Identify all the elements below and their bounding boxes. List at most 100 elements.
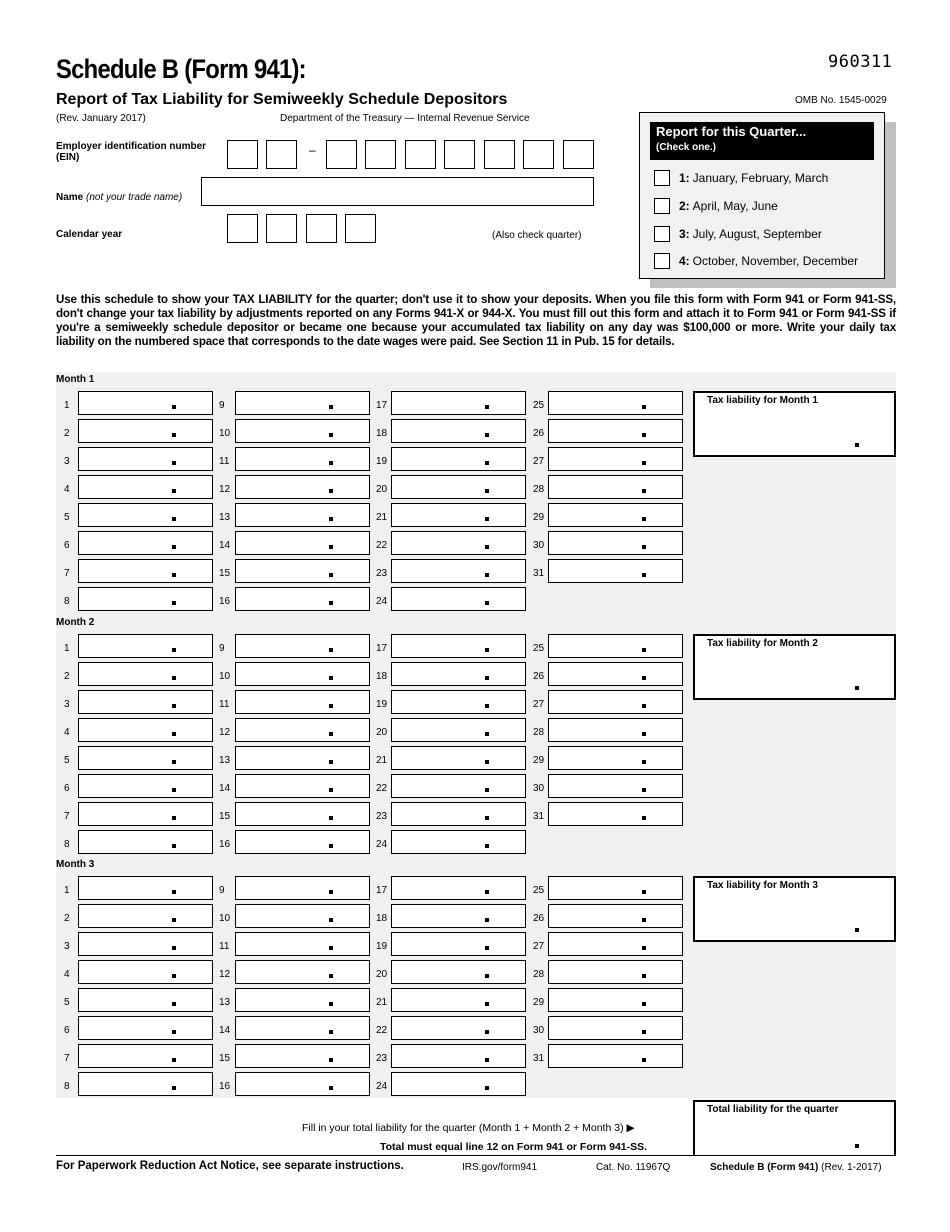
month-2-day-3-input[interactable] [78,690,213,714]
month-2-day-8-input[interactable] [78,830,213,854]
month-2-day-11-input[interactable] [235,690,370,714]
month-3-day-13-input[interactable] [235,988,370,1012]
month-1-day-20-input[interactable] [391,475,526,499]
month-1-day-3-input[interactable] [78,447,213,471]
month-1-day-15-input[interactable] [235,559,370,583]
month-1-day-17-input[interactable] [391,391,526,415]
month-1-day-30-input[interactable] [548,531,683,555]
quarter-total-field[interactable]: Total liability for the quarter [693,1100,896,1156]
quarter-option-2[interactable]: 2: April, May, June [654,198,778,214]
month-1-day-13-input[interactable] [235,503,370,527]
month-3-day-11-input[interactable] [235,932,370,956]
month-3-day-28-input[interactable] [548,960,683,984]
ein-digit-3[interactable] [326,140,357,169]
month-2-day-7-input[interactable] [78,802,213,826]
month-1-day-1-input[interactable] [78,391,213,415]
month-2-day-6-input[interactable] [78,774,213,798]
month-2-day-23-input[interactable] [391,802,526,826]
quarter-option-1[interactable]: 1: January, February, March [654,170,828,186]
month-1-day-11-input[interactable] [235,447,370,471]
month-2-day-12-input[interactable] [235,718,370,742]
month-1-day-7-input[interactable] [78,559,213,583]
month-3-day-31-input[interactable] [548,1044,683,1068]
month-3-day-21-input[interactable] [391,988,526,1012]
month-1-day-8-input[interactable] [78,587,213,611]
month-2-day-4-input[interactable] [78,718,213,742]
month-3-day-30-input[interactable] [548,1016,683,1040]
month-3-day-18-input[interactable] [391,904,526,928]
month-1-day-24-input[interactable] [391,587,526,611]
month-2-day-27-input[interactable] [548,690,683,714]
month-2-total-field[interactable]: Tax liability for Month 2 [693,634,896,700]
month-1-day-9-input[interactable] [235,391,370,415]
month-2-day-30-input[interactable] [548,774,683,798]
month-2-day-9-input[interactable] [235,634,370,658]
quarter-option-3[interactable]: 3: July, August, September [654,226,822,242]
month-2-day-26-input[interactable] [548,662,683,686]
ein-digit-2[interactable] [266,140,297,169]
month-3-day-29-input[interactable] [548,988,683,1012]
month-1-day-22-input[interactable] [391,531,526,555]
month-2-day-25-input[interactable] [548,634,683,658]
month-1-day-12-input[interactable] [235,475,370,499]
ein-digit-8[interactable] [523,140,554,169]
ein-digit-7[interactable] [484,140,515,169]
month-3-day-17-input[interactable] [391,876,526,900]
irs-url[interactable]: IRS.gov/form941 [462,1162,537,1173]
month-3-day-10-input[interactable] [235,904,370,928]
month-3-day-3-input[interactable] [78,932,213,956]
month-2-day-5-input[interactable] [78,746,213,770]
month-1-day-6-input[interactable] [78,531,213,555]
ein-digit-4[interactable] [365,140,396,169]
month-2-day-24-input[interactable] [391,830,526,854]
month-3-day-7-input[interactable] [78,1044,213,1068]
month-3-day-20-input[interactable] [391,960,526,984]
month-3-day-9-input[interactable] [235,876,370,900]
quarter-3-checkbox[interactable] [654,226,670,242]
month-1-day-19-input[interactable] [391,447,526,471]
month-2-day-2-input[interactable] [78,662,213,686]
month-1-day-31-input[interactable] [548,559,683,583]
month-1-day-14-input[interactable] [235,531,370,555]
month-3-total-field[interactable]: Tax liability for Month 3 [693,876,896,942]
month-1-day-25-input[interactable] [548,391,683,415]
quarter-1-checkbox[interactable] [654,170,670,186]
month-2-day-31-input[interactable] [548,802,683,826]
month-1-day-29-input[interactable] [548,503,683,527]
month-3-day-2-input[interactable] [78,904,213,928]
quarter-4-checkbox[interactable] [654,253,670,269]
year-digit-3[interactable] [306,214,337,243]
month-3-day-12-input[interactable] [235,960,370,984]
month-2-day-28-input[interactable] [548,718,683,742]
month-2-day-1-input[interactable] [78,634,213,658]
month-2-day-10-input[interactable] [235,662,370,686]
month-3-day-19-input[interactable] [391,932,526,956]
month-2-day-17-input[interactable] [391,634,526,658]
month-3-day-27-input[interactable] [548,932,683,956]
month-2-day-13-input[interactable] [235,746,370,770]
month-3-day-23-input[interactable] [391,1044,526,1068]
month-2-day-19-input[interactable] [391,690,526,714]
month-2-day-15-input[interactable] [235,802,370,826]
ein-digit-1[interactable] [227,140,258,169]
month-2-day-18-input[interactable] [391,662,526,686]
month-3-day-24-input[interactable] [391,1072,526,1096]
month-3-day-14-input[interactable] [235,1016,370,1040]
month-2-day-16-input[interactable] [235,830,370,854]
month-2-day-21-input[interactable] [391,746,526,770]
month-2-day-20-input[interactable] [391,718,526,742]
month-1-total-field[interactable]: Tax liability for Month 1 [693,391,896,457]
month-3-day-1-input[interactable] [78,876,213,900]
month-3-day-4-input[interactable] [78,960,213,984]
month-3-day-15-input[interactable] [235,1044,370,1068]
ein-digit-5[interactable] [405,140,436,169]
quarter-2-checkbox[interactable] [654,198,670,214]
month-1-day-5-input[interactable] [78,503,213,527]
year-digit-4[interactable] [345,214,376,243]
quarter-option-4[interactable]: 4: October, November, December [654,253,858,269]
month-1-day-23-input[interactable] [391,559,526,583]
name-input[interactable] [201,177,594,206]
month-1-day-27-input[interactable] [548,447,683,471]
month-1-day-28-input[interactable] [548,475,683,499]
year-digit-2[interactable] [266,214,297,243]
